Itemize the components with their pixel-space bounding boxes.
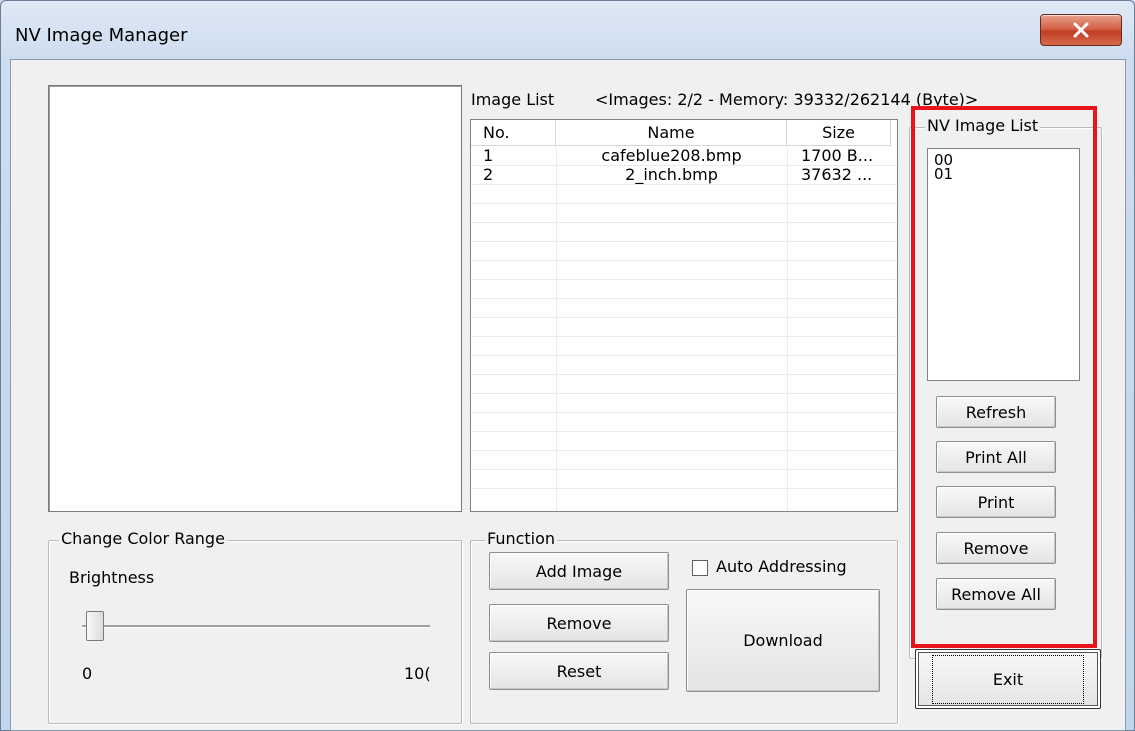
remove-button[interactable]: Remove xyxy=(489,604,669,642)
empty-row xyxy=(471,470,897,489)
row-no: 2 xyxy=(483,166,494,184)
title-bar[interactable]: NV Image Manager xyxy=(1,1,1134,53)
empty-row xyxy=(471,451,897,470)
dialog-window: NV Image Manager Image List <Images: 2/2… xyxy=(0,0,1135,731)
client-area: Image List <Images: 2/2 - Memory: 39332/… xyxy=(10,59,1126,731)
empty-row xyxy=(471,356,897,375)
add-image-button[interactable]: Add Image xyxy=(489,552,669,590)
empty-row xyxy=(471,337,897,356)
empty-row xyxy=(471,204,897,223)
column-name[interactable]: Name xyxy=(556,120,787,146)
auto-addressing-checkbox[interactable] xyxy=(692,560,708,576)
list-header: No. Name Size xyxy=(471,120,897,147)
empty-row xyxy=(471,413,897,432)
empty-row xyxy=(471,185,897,204)
image-list-view[interactable]: No. Name Size 1 cafeblue208.bmp 1700 B..… xyxy=(470,119,898,512)
table-row[interactable]: 1 cafeblue208.bmp 1700 B... xyxy=(471,147,897,166)
reset-button[interactable]: Reset xyxy=(489,652,669,690)
row-size: 1700 B... xyxy=(801,147,874,165)
row-name: 2_inch.bmp xyxy=(625,166,718,184)
row-name: cafeblue208.bmp xyxy=(601,147,742,165)
empty-row xyxy=(471,318,897,337)
brightness-slider-track[interactable] xyxy=(82,625,430,628)
row-no: 1 xyxy=(483,147,494,165)
empty-row xyxy=(471,375,897,394)
empty-row xyxy=(471,394,897,413)
image-preview xyxy=(48,85,462,512)
exit-label: Exit xyxy=(931,654,1085,704)
function-label: Function xyxy=(485,529,558,548)
color-range-label: Change Color Range xyxy=(59,529,227,548)
brightness-slider-thumb[interactable] xyxy=(86,611,104,641)
close-button[interactable] xyxy=(1040,14,1122,46)
table-row[interactable]: 2 2_inch.bmp 37632 ... xyxy=(471,166,897,185)
brightness-label: Brightness xyxy=(69,568,155,587)
close-icon xyxy=(1073,22,1089,38)
exit-button[interactable]: Exit xyxy=(915,649,1101,709)
row-size: 37632 ... xyxy=(801,166,873,184)
image-list-label: Image List xyxy=(471,90,555,109)
highlight-box xyxy=(911,106,1097,648)
auto-addressing-label[interactable]: Auto Addressing xyxy=(716,557,847,576)
window-title: NV Image Manager xyxy=(15,25,188,46)
empty-row xyxy=(471,280,897,299)
empty-row xyxy=(471,223,897,242)
empty-row xyxy=(471,261,897,280)
empty-row xyxy=(471,299,897,318)
download-button[interactable]: Download xyxy=(686,589,880,692)
column-no[interactable]: No. xyxy=(471,120,556,146)
slider-min-label: 0 xyxy=(82,664,93,683)
column-size[interactable]: Size xyxy=(787,120,891,146)
slider-max-label: 10( xyxy=(404,664,431,683)
empty-row xyxy=(471,432,897,451)
empty-row xyxy=(471,242,897,261)
